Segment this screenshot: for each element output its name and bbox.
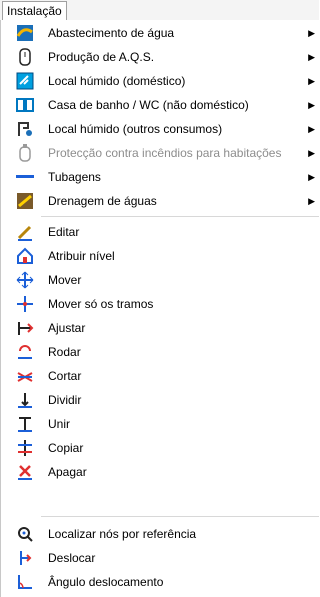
menu-item-cortar[interactable]: Cortar — [1, 364, 319, 388]
menu-item-copiar[interactable]: Copiar — [1, 436, 319, 460]
menu-item-rodar[interactable]: Rodar — [1, 340, 319, 364]
menubar: Instalação — [0, 0, 319, 21]
water-heater-icon — [15, 47, 35, 67]
menu-instalacao[interactable]: Instalação — [2, 1, 67, 21]
menu-item-producao-aqs[interactable]: Produção de A.Q.S. ▶ — [1, 45, 319, 69]
submenu-arrow-icon: ▶ — [308, 195, 315, 206]
menu-item-mover-tramos[interactable]: Mover só os tramos — [1, 292, 319, 316]
menu-separator — [41, 216, 319, 217]
drainage-icon — [15, 191, 35, 211]
menu-item-label: Rodar — [48, 345, 81, 359]
delete-icon — [15, 462, 35, 482]
menu-item-mover[interactable]: Mover — [1, 268, 319, 292]
menu-item-label: Localizar nós por referência — [48, 527, 197, 541]
menu-item-drenagem[interactable]: Drenagem de águas ▶ — [1, 189, 319, 213]
menu-item-label: Dividir — [48, 393, 82, 407]
menu-item-label: Ângulo deslocamento — [48, 575, 164, 589]
menu-item-label: Deslocar — [48, 551, 96, 565]
displace-icon — [15, 548, 35, 568]
menu-item-label: Local húmido (outros consumos) — [48, 122, 223, 136]
divide-icon — [15, 390, 35, 410]
locate-nodes-icon — [15, 524, 35, 544]
assign-level-icon — [15, 246, 35, 266]
fire-protection-icon — [15, 143, 35, 163]
menu-item-label: Editar — [48, 225, 80, 239]
menu-item-label: Casa de banho / WC (não doméstico) — [48, 98, 249, 112]
menu-item-label: Abastecimento de água — [48, 26, 175, 40]
menu-item-proteccao-incendios[interactable]: Protecção contra incêndios para habitaçõ… — [1, 141, 319, 165]
domestic-wet-room-icon — [15, 71, 35, 91]
menu-item-label: Protecção contra incêndios para habitaçõ… — [48, 146, 282, 160]
rotate-icon — [15, 342, 35, 362]
menu-item-local-humido-outros[interactable]: Local húmido (outros consumos) ▶ — [1, 117, 319, 141]
angle-displacement-icon — [15, 572, 35, 592]
move-segments-icon — [15, 294, 35, 314]
menu-item-local-humido-domestico[interactable]: Local húmido (doméstico) ▶ — [1, 69, 319, 93]
menu-item-casa-de-banho[interactable]: Casa de banho / WC (não doméstico) ▶ — [1, 93, 319, 117]
menu-item-label: Apagar — [48, 465, 87, 479]
water-supply-icon — [15, 23, 35, 43]
menu-item-label: Drenagem de águas — [48, 194, 157, 208]
menu-item-tubagens[interactable]: Tubagens ▶ — [1, 165, 319, 189]
join-icon — [15, 414, 35, 434]
menu-item-editar[interactable]: Editar — [1, 220, 319, 244]
menu-item-angulo-deslocamento[interactable]: Ângulo deslocamento — [1, 570, 319, 594]
menu-item-label: Ajustar — [48, 321, 86, 335]
menu-item-label: Unir — [48, 417, 71, 431]
menu-item-label: Cortar — [48, 369, 82, 383]
menu-item-localizar-nos[interactable]: Localizar nós por referência — [1, 522, 319, 546]
menu-item-label: Atribuir nível — [48, 249, 115, 263]
menu-item-label: Tubagens — [48, 170, 101, 184]
menu-item-atribuir-nivel[interactable]: Atribuir nível — [1, 244, 319, 268]
dropdown-menu: Abastecimento de água ▶ Produção de A.Q.… — [0, 20, 319, 597]
submenu-arrow-icon: ▶ — [308, 147, 315, 158]
menu-item-label: Copiar — [48, 441, 84, 455]
menu-item-apagar[interactable]: Apagar — [1, 460, 319, 484]
other-consumption-icon — [15, 119, 35, 139]
menu-item-dividir[interactable]: Dividir — [1, 388, 319, 412]
submenu-arrow-icon: ▶ — [308, 27, 315, 38]
adjust-icon — [15, 318, 35, 338]
pipes-icon — [15, 167, 35, 187]
submenu-arrow-icon: ▶ — [308, 99, 315, 110]
submenu-arrow-icon: ▶ — [308, 75, 315, 86]
menu-item-label: Mover — [48, 273, 82, 287]
copy-icon — [15, 438, 35, 458]
menu-item-abastecimento[interactable]: Abastecimento de água ▶ — [1, 21, 319, 45]
cut-icon — [15, 366, 35, 386]
move-arrows-icon — [15, 270, 35, 290]
menu-item-label: Local húmido (doméstico) — [48, 74, 186, 88]
menu-item-unir[interactable]: Unir — [1, 412, 319, 436]
menu-item-ajustar[interactable]: Ajustar — [1, 316, 319, 340]
submenu-arrow-icon: ▶ — [308, 171, 315, 182]
menu-separator — [41, 516, 319, 517]
menu-item-deslocar[interactable]: Deslocar — [1, 546, 319, 570]
pencil-edit-icon — [15, 222, 35, 242]
bathroom-wc-icon — [15, 95, 35, 115]
submenu-arrow-icon: ▶ — [308, 51, 315, 62]
menu-item-label: Mover só os tramos — [48, 297, 154, 311]
menu-item-label: Produção de A.Q.S. — [48, 50, 155, 64]
submenu-arrow-icon: ▶ — [308, 123, 315, 134]
